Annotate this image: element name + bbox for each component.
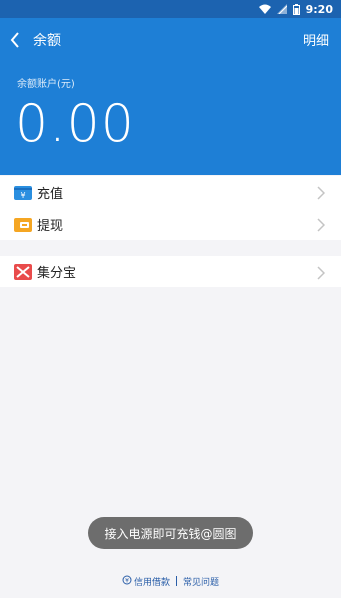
wallet-icon [14,217,32,232]
svg-text:¥: ¥ [125,577,129,584]
faq-link[interactable]: 常见问题 [183,575,219,588]
recharge-icon: ¥ [14,185,32,200]
footer-divider [176,576,177,586]
jifenbao-icon [14,263,32,280]
balance-header: 余额 明细 余额账户(元) 0.00 [0,18,341,175]
details-button[interactable]: 明细 [303,30,329,49]
recharge-label: 充值 [37,186,64,202]
wifi-icon [258,4,271,14]
jifenbao-group: 集分宝 [0,256,341,287]
signal-icon [276,4,287,14]
chevron-right-icon [317,217,326,232]
toast-message: 接入电源即可充钱@圆图 [88,517,253,549]
footer-links: ¥ 信用借款 常见问题 [0,573,341,589]
balance-actions-group: ¥ 充值 提现 [0,176,341,240]
list-item-jifenbao[interactable]: 集分宝 [0,256,341,287]
battery-icon [292,3,300,15]
credit-loan-link[interactable]: 信用借款 [134,575,170,588]
svg-text:¥: ¥ [20,191,25,200]
status-bar: 9:20 [0,0,341,18]
status-time: 9:20 [305,2,333,16]
shield-icon: ¥ [122,575,132,588]
chevron-right-icon [317,265,326,280]
chevron-right-icon [317,185,326,200]
balance-label: 余额账户(元) [17,79,75,90]
list-item-recharge[interactable]: ¥ 充值 [0,176,341,208]
balance-amount: 0.00 [15,94,135,154]
page-title: 余额 [33,33,61,49]
chevron-left-icon [10,32,20,48]
back-button[interactable] [10,28,20,52]
list-item-withdraw[interactable]: 提现 [0,208,341,240]
jifenbao-label: 集分宝 [37,266,77,281]
withdraw-label: 提现 [37,218,64,234]
